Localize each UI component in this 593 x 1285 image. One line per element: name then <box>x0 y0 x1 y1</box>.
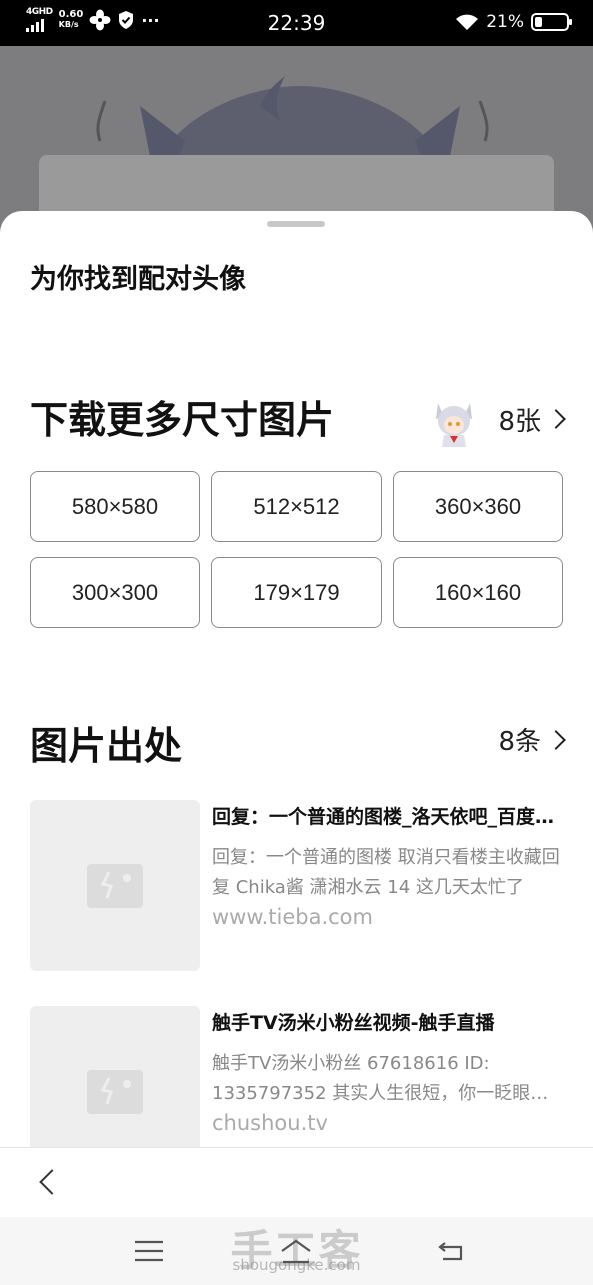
broken-image-icon <box>87 863 143 908</box>
source-count: 8条 <box>498 727 541 757</box>
chevron-right-icon <box>546 409 566 429</box>
return-icon <box>438 1242 463 1261</box>
result-body: 回复：一个普通的图楼_洛天依吧_百度贴吧 回复：一个普通的图楼 取消只看楼主收藏… <box>212 800 563 971</box>
avatar-thumbnail <box>428 391 480 447</box>
result-title[interactable]: 触手TV汤米小粉丝视频-触手直播 <box>212 1008 563 1035</box>
bottom-sheet: 为你找到配对头像 下载更多尺寸图片 8张 580×580 512×512 360… <box>0 211 593 1177</box>
result-description: 回复：一个普通的图楼 取消只看楼主收藏回复 Chika酱 潇湘水云 14 这几天… <box>212 847 560 898</box>
wifi-icon <box>456 14 479 30</box>
size-option[interactable]: 300×300 <box>30 557 200 628</box>
image-placeholder <box>30 800 200 971</box>
source-count-link[interactable]: 8条 <box>498 721 566 758</box>
home-button[interactable] <box>276 1231 316 1271</box>
size-option[interactable]: 360×360 <box>393 471 563 542</box>
status-right: 21% <box>455 12 572 32</box>
chevron-right-icon <box>546 729 566 750</box>
download-count: 8张 <box>498 406 541 437</box>
browser-bottom-bar <box>0 1147 593 1217</box>
size-option[interactable]: 580×580 <box>30 471 200 542</box>
status-bar: 4GHD 0.60 KB/s ··· 22:39 21% <box>0 0 593 46</box>
chevron-left-icon <box>39 1169 65 1195</box>
back-button[interactable] <box>28 1162 68 1202</box>
battery-percent: 21% <box>486 12 524 32</box>
size-option[interactable]: 160×160 <box>393 557 563 628</box>
matched-avatar-title: 为你找到配对头像 <box>30 264 246 295</box>
size-option[interactable]: 179×179 <box>211 557 382 628</box>
size-option[interactable]: 512×512 <box>211 471 382 542</box>
image-source-title: 图片出处 <box>30 724 183 768</box>
result-title[interactable]: 回复：一个普通的图楼_洛天依吧_百度贴吧 <box>212 802 563 829</box>
home-icon <box>281 1239 311 1264</box>
return-button[interactable] <box>432 1231 472 1271</box>
system-nav-bar: 手工客 shougongke.com <box>0 1217 593 1285</box>
broken-image-icon <box>87 1069 143 1114</box>
battery-icon <box>531 13 572 31</box>
source-result-item[interactable]: 回复：一个普通的图楼_洛天依吧_百度贴吧 回复：一个普通的图楼 取消只看楼主收藏… <box>30 800 565 971</box>
menu-button[interactable] <box>129 1231 169 1271</box>
menu-icon <box>135 1240 163 1262</box>
result-source-url: www.tieba.com <box>212 905 373 929</box>
download-count-link[interactable]: 8张 <box>428 391 566 447</box>
result-source-url: chushou.tv <box>212 1111 328 1135</box>
size-options: 580×580 512×512 360×360 300×300 179×179 … <box>30 471 563 628</box>
download-sizes-title: 下载更多尺寸图片 <box>30 398 335 442</box>
drag-handle[interactable] <box>267 221 325 227</box>
result-description: 触手TV汤米小粉丝 67618616 ID: 1335797352 其实人生很短… <box>212 1053 549 1104</box>
